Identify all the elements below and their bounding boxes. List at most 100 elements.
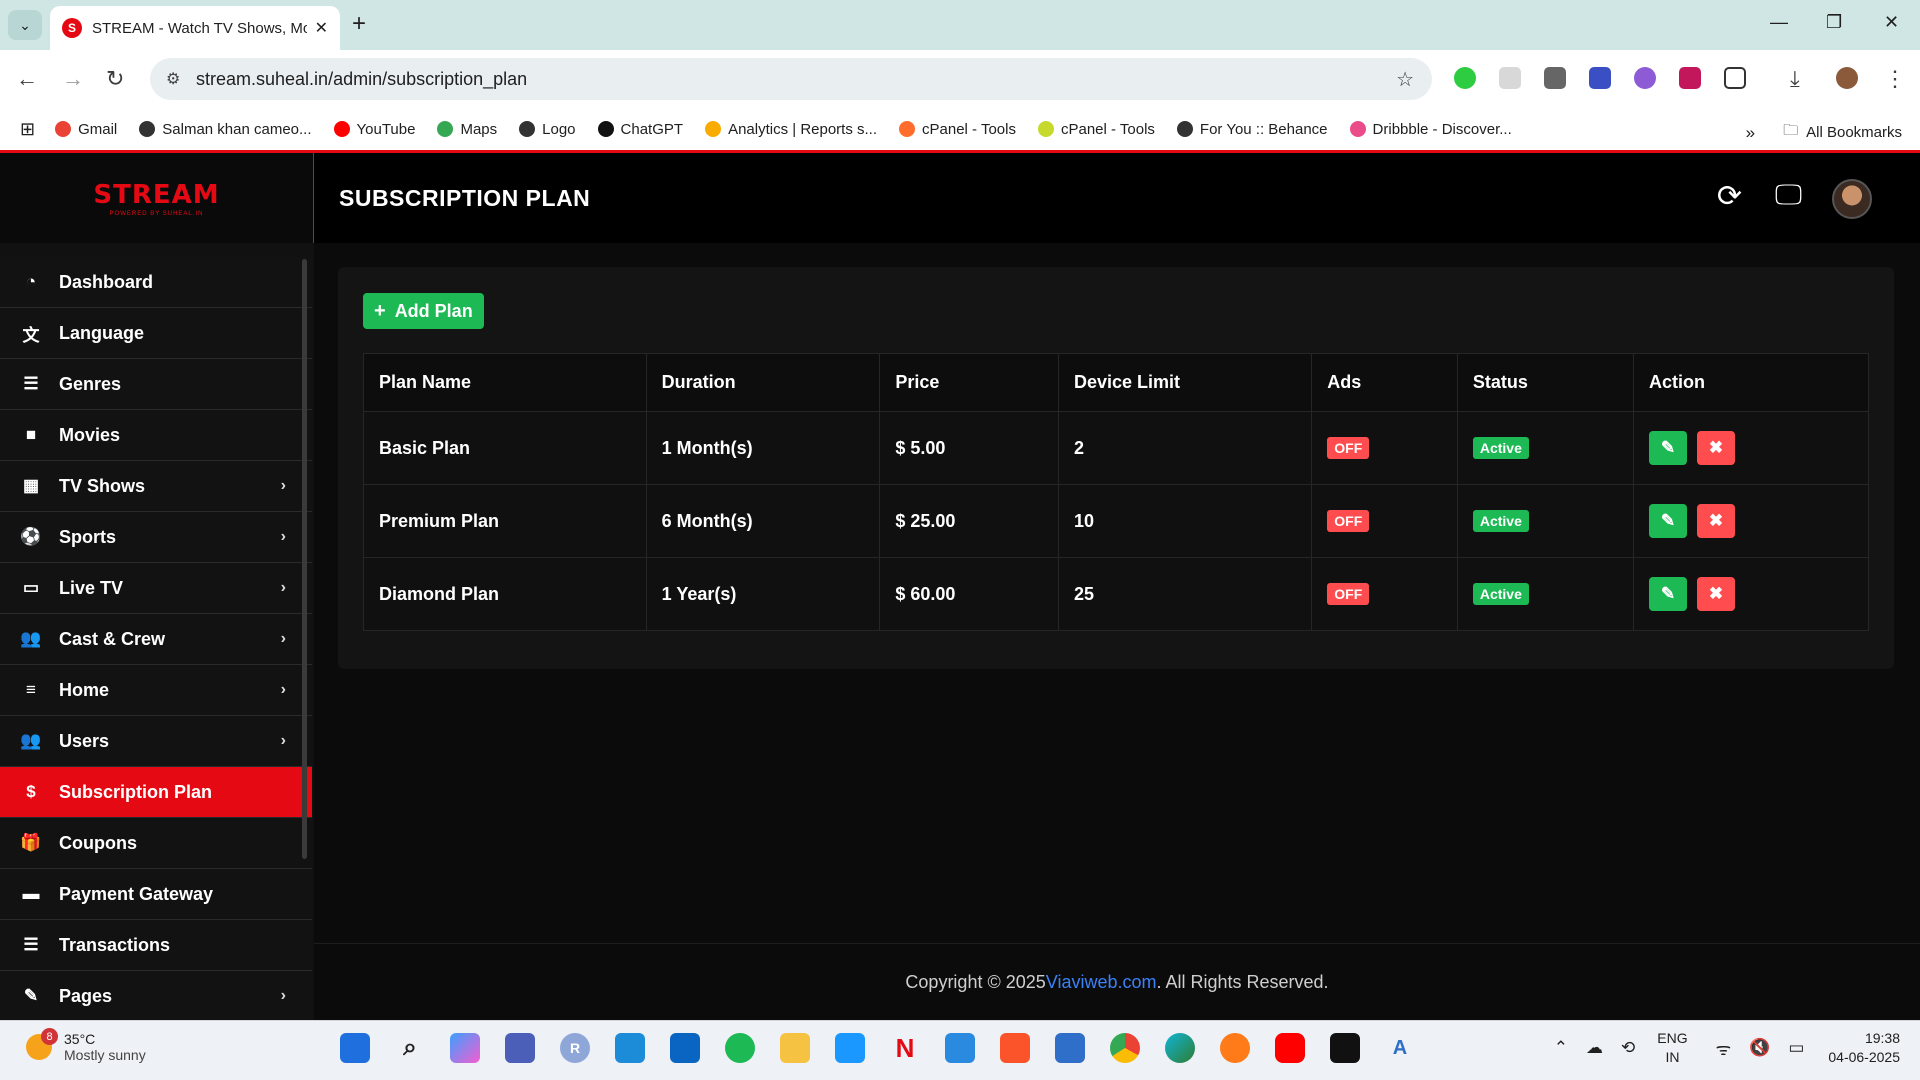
folder-app-icon[interactable] — [780, 1033, 810, 1063]
weather-widget[interactable]: 8 35°C Mostly sunny — [26, 1028, 146, 1063]
sidebar-item-coupons[interactable]: 🎁 Coupons — [0, 818, 312, 869]
delete-button[interactable]: ✖ — [1697, 577, 1736, 611]
extension-green-icon[interactable] — [1454, 67, 1476, 89]
notepad-icon[interactable] — [1055, 1033, 1085, 1063]
start-windows-icon[interactable] — [340, 1033, 370, 1063]
prime-video-icon[interactable] — [835, 1033, 865, 1063]
sidebar-item-subscription-plan[interactable]: $ Subscription Plan — [0, 767, 312, 818]
bookmark-item[interactable]: ChatGPT — [597, 121, 683, 138]
spotify-icon[interactable] — [725, 1033, 755, 1063]
extension-u-icon[interactable] — [1679, 67, 1701, 89]
sidebar-item-tv-shows[interactable]: ▦ TV Shows › — [0, 461, 312, 512]
firefox-icon[interactable] — [1220, 1033, 1250, 1063]
new-tab-plus-icon[interactable]: + — [352, 10, 366, 38]
sidebar-item-language[interactable]: 文 Language — [0, 308, 312, 359]
edit-button[interactable]: ✎ — [1649, 504, 1688, 538]
edge-icon[interactable] — [1165, 1033, 1195, 1063]
r-app-icon[interactable]: R — [560, 1033, 590, 1063]
brave-icon[interactable] — [1000, 1033, 1030, 1063]
sidebar-item-label: Users — [59, 730, 110, 751]
bookmark-item[interactable]: YouTube — [333, 121, 415, 138]
user-avatar[interactable] — [1832, 179, 1872, 219]
bookmark-item[interactable]: Analytics | Reports s... — [705, 121, 877, 138]
download-icon[interactable]: ⤓ — [1790, 66, 1800, 92]
add-plan-button[interactable]: + Add Plan — [363, 293, 484, 329]
search-icon[interactable]: ⌕ — [395, 1033, 425, 1063]
speaker-muted-icon[interactable]: 🔇 — [1749, 1038, 1770, 1058]
edit-button[interactable]: ✎ — [1649, 431, 1688, 465]
edit-button[interactable]: ✎ — [1649, 577, 1688, 611]
onedrive-icon[interactable]: ☁ — [1586, 1038, 1603, 1058]
minimize-icon[interactable]: — — [1770, 12, 1788, 33]
bookmark-item[interactable]: Logo — [519, 121, 576, 138]
copilot-icon[interactable] — [450, 1033, 480, 1063]
sidebar-item-label: Payment Gateway — [59, 883, 214, 904]
sidebar-item-users[interactable]: 👥 Users › — [0, 716, 312, 767]
tab-search-chevron-icon[interactable]: ⌄ — [8, 10, 42, 40]
close-window-icon[interactable]: ✕ — [1884, 12, 1899, 33]
extension-purple-icon[interactable] — [1634, 67, 1656, 89]
stream-favicon-icon: S — [62, 18, 82, 38]
footer-link[interactable]: Viaviweb.com — [1046, 972, 1157, 993]
sidebar-item-pages[interactable]: ✎ Pages › — [0, 971, 312, 1020]
url-field[interactable]: ⚙ stream.suheal.in/admin/subscription_pl… — [150, 58, 1432, 100]
sync-icon[interactable]: ⟲ — [1621, 1038, 1635, 1058]
sidebar-item-dashboard[interactable]: ◔ Dashboard — [0, 257, 312, 308]
sidebar-item-cast-crew[interactable]: 👥 Cast & Crew › — [0, 614, 312, 665]
extensions-puzzle-icon[interactable] — [1724, 67, 1746, 89]
tray-chevron-up-icon[interactable]: ⌃ — [1554, 1038, 1568, 1058]
browser-tab-active[interactable]: S STREAM - Watch TV Shows, Mo ✕ — [50, 6, 340, 50]
language-indicator[interactable]: ENG IN — [1657, 1029, 1687, 1067]
sidebar-item-live-tv[interactable]: ▭ Live TV › — [0, 563, 312, 614]
reload-icon[interactable]: ↻ — [106, 66, 124, 92]
bookmark-item[interactable]: For You :: Behance — [1176, 121, 1328, 138]
bookmark-item[interactable]: cPanel - Tools — [1037, 121, 1155, 138]
monitor-icon[interactable]: 🖵 — [1775, 179, 1802, 212]
chrome-icon[interactable] — [1110, 1033, 1140, 1063]
app-a-icon[interactable]: A — [1385, 1033, 1415, 1063]
clock[interactable]: 19:38 04-06-2025 — [1828, 1029, 1900, 1067]
browser-menu-icon[interactable]: ⋮ — [1884, 66, 1906, 92]
outlook-icon[interactable] — [670, 1033, 700, 1063]
bookmark-item[interactable]: Gmail — [55, 121, 117, 138]
more-bookmarks-icon[interactable]: » — [1746, 123, 1755, 143]
sidebar-item-payment-gateway[interactable]: ▬ Payment Gateway — [0, 869, 312, 920]
refresh-icon[interactable]: ⟳ — [1717, 179, 1742, 214]
sidebar-item-home[interactable]: ≡ Home › — [0, 665, 312, 716]
sidebar-item-transactions[interactable]: ☰ Transactions — [0, 920, 312, 971]
column-header: Status — [1456, 353, 1635, 412]
profile-avatar-icon[interactable] — [1836, 67, 1858, 89]
file-explorer-icon[interactable] — [505, 1033, 535, 1063]
vscode-icon[interactable] — [945, 1033, 975, 1063]
youtube-app-icon[interactable] — [1275, 1033, 1305, 1063]
forward-arrow-icon[interactable]: → — [62, 66, 84, 92]
battery-icon[interactable]: ▭ — [1788, 1038, 1804, 1058]
close-tab-icon[interactable]: ✕ — [315, 18, 328, 38]
sidebar-scrollbar[interactable] — [302, 259, 307, 859]
restore-icon[interactable]: ❐ — [1826, 12, 1842, 33]
logo[interactable]: STREAM POWERED BY SUHEAL.IN — [0, 153, 314, 243]
netflix-icon[interactable]: N — [890, 1033, 920, 1063]
sidebar-item-genres[interactable]: ☰ Genres — [0, 359, 312, 410]
site-settings-icon[interactable]: ⚙ — [166, 69, 180, 89]
delete-button[interactable]: ✖ — [1697, 504, 1736, 538]
extension-a-icon[interactable] — [1499, 67, 1521, 89]
bookmark-item[interactable]: Dribbble - Discover... — [1349, 121, 1512, 138]
bookmark-star-icon[interactable]: ☆ — [1396, 67, 1414, 92]
sidebar-item-sports[interactable]: ⚽ Sports › — [0, 512, 312, 563]
sidebar-item-movies[interactable]: ■ Movies — [0, 410, 312, 461]
bookmark-item[interactable]: Maps — [437, 121, 497, 138]
bookmark-item[interactable]: cPanel - Tools — [899, 121, 1016, 138]
extension-q-icon[interactable] — [1589, 67, 1611, 89]
delete-button[interactable]: ✖ — [1697, 431, 1736, 465]
table-header-row: Plan Name Duration Price Device Limit Ads Sta… — [363, 353, 1869, 412]
ads-badge: OFF — [1327, 437, 1370, 459]
apps-grid-icon[interactable]: ⊞ — [20, 119, 35, 140]
all-bookmarks[interactable]: » 🗀 All Bookmarks — [1746, 120, 1902, 145]
capcut-icon[interactable] — [1330, 1033, 1360, 1063]
extension-window-icon[interactable] — [1544, 67, 1566, 89]
remote-desktop-icon[interactable] — [615, 1033, 645, 1063]
wifi-icon[interactable]: ᯤ — [1716, 1037, 1732, 1060]
back-arrow-icon[interactable]: ← — [16, 66, 38, 92]
bookmark-item[interactable]: Salman khan cameo... — [139, 121, 312, 138]
